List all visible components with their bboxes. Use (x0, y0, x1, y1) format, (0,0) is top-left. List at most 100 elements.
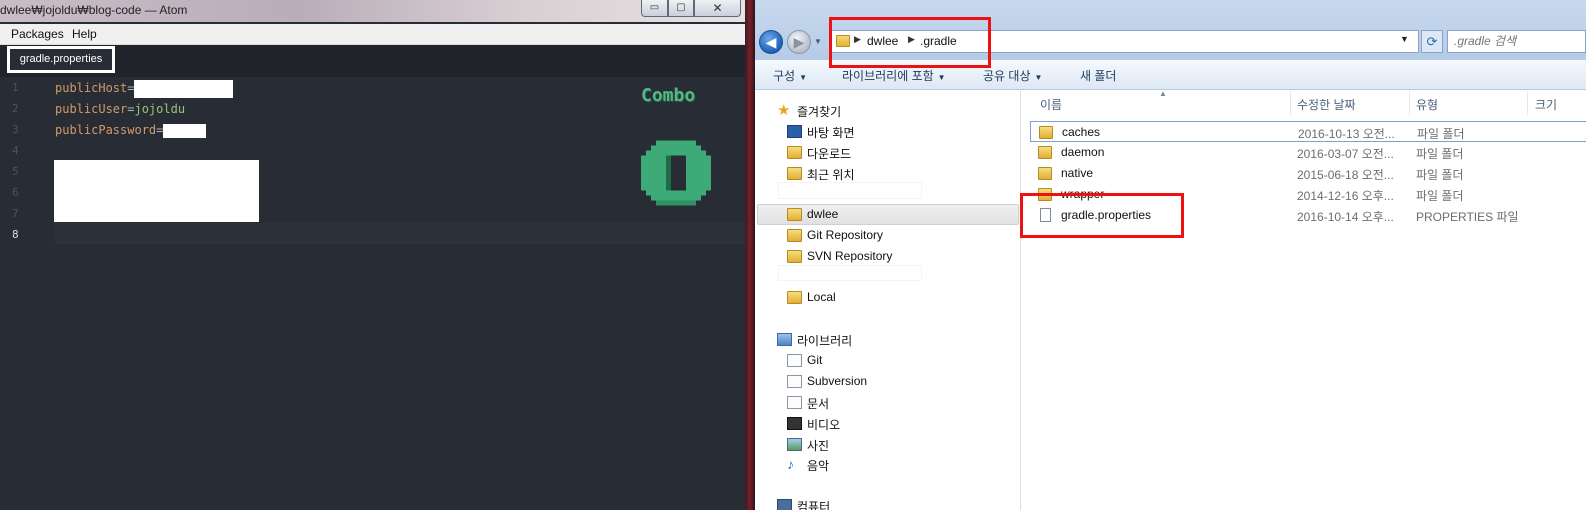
back-button[interactable]: ◀ (759, 30, 783, 54)
file-row-caches[interactable]: caches 2016-10-13 오전... 파일 폴더 (1030, 121, 1586, 142)
nav-libraries[interactable]: 라이브러리 (797, 332, 852, 349)
nav-computer[interactable]: 컴퓨터 (797, 498, 830, 510)
file-list: ▲ 이름 수정한 날짜 유형 크기 caches 2016-10-13 오전..… (1022, 89, 1586, 510)
nav-documents[interactable]: 문서 (807, 395, 829, 412)
explorer-window: ◀ ▶ ▼ ▶ dwlee ▶ .gradle ▼ ⟳ 구성▼ 라이브러리에 포… (755, 0, 1586, 510)
annotation-box-file (1020, 193, 1184, 238)
file-date: 2016-10-13 오전... (1298, 127, 1395, 141)
column-divider[interactable] (1409, 91, 1410, 115)
folder-icon (1038, 146, 1052, 159)
history-dropdown-icon[interactable]: ▼ (814, 37, 822, 46)
atom-window: dwlee₩jojoldu₩blog-code — Atom ▭ ▢ ✕ Pac… (0, 0, 745, 510)
new-folder-button[interactable]: 새 폴더 (1080, 67, 1116, 84)
file-type: 파일 폴더 (1416, 147, 1464, 161)
documents-icon (787, 396, 802, 409)
line-number: 7 (12, 207, 19, 220)
folder-icon (1038, 167, 1052, 180)
window-gap (745, 0, 755, 510)
property-key: publicUser (55, 102, 128, 116)
nav-local[interactable]: Local (807, 290, 836, 304)
redacted-nav-item (779, 266, 921, 280)
column-divider[interactable] (1527, 91, 1528, 115)
folder-icon (787, 208, 802, 221)
subversion-library-icon (787, 375, 802, 388)
code-line-2: publicUser=jojoldu (55, 99, 185, 120)
include-in-library-button[interactable]: 라이브러리에 포함 ▼ (842, 67, 946, 84)
file-date: 2016-10-14 오후... (1297, 210, 1394, 224)
file-type: 파일 폴더 (1416, 168, 1464, 182)
desktop-icon (787, 125, 802, 138)
column-header-date[interactable]: 수정한 날짜 (1297, 96, 1356, 113)
property-value: jojoldu (134, 102, 186, 116)
search-input[interactable] (1454, 34, 1574, 48)
chevron-down-icon: ▼ (937, 73, 946, 82)
navigation-pane: ★ 즐겨찾기 바탕 화면 다운로드 최근 위치 dwlee Git Reposi… (755, 91, 1021, 510)
nav-dwlee[interactable]: dwlee (807, 207, 838, 221)
minimize-button[interactable]: ▭ (641, 0, 668, 17)
include-in-library-label: 라이브러리에 포함 (842, 69, 934, 83)
redacted-value (134, 79, 234, 98)
maximize-button[interactable]: ▢ (668, 0, 694, 17)
nav-recent-places[interactable]: 최근 위치 (807, 166, 855, 183)
share-with-button[interactable]: 공유 대상 ▼ (983, 67, 1042, 84)
window-title: dwlee₩jojoldu₩blog-code — Atom (0, 3, 188, 17)
redacted-value (163, 123, 207, 138)
line-number: 2 (12, 102, 19, 115)
git-library-icon (787, 354, 802, 367)
file-row-native[interactable]: native 2015-06-18 오전... 파일 폴더 (1030, 163, 1586, 184)
nav-videos[interactable]: 비디오 (807, 416, 840, 433)
downloads-icon (787, 146, 802, 159)
property-key: publicPassword (55, 123, 157, 137)
code-editor[interactable]: 1 2 3 4 5 6 7 8 publicHost= publicUser=j… (0, 77, 745, 510)
nav-music[interactable]: 음악 (807, 457, 829, 474)
column-header-name[interactable]: 이름 (1040, 96, 1062, 113)
nav-downloads[interactable]: 다운로드 (807, 145, 851, 162)
menu-packages[interactable]: Packages (11, 27, 64, 41)
folder-icon (787, 250, 802, 263)
organize-label: 구성 (773, 69, 796, 83)
nav-subversion[interactable]: Subversion (807, 374, 867, 388)
forward-button[interactable]: ▶ (787, 30, 811, 54)
line-number: 6 (12, 186, 19, 199)
equals-sign: = (156, 123, 164, 137)
search-box[interactable] (1447, 30, 1586, 53)
file-type: 파일 폴더 (1416, 189, 1464, 203)
title-bar: dwlee₩jojoldu₩blog-code — Atom ▭ ▢ ✕ (0, 0, 745, 22)
file-date: 2015-06-18 오전... (1297, 168, 1394, 182)
nav-pictures[interactable]: 사진 (807, 437, 829, 454)
folder-icon (787, 229, 802, 242)
line-number: 1 (12, 81, 19, 94)
star-icon: ★ (777, 102, 791, 119)
menu-bar: Packages Help (0, 24, 745, 45)
videos-icon (787, 417, 802, 430)
tab-gradle-properties[interactable]: gradle.properties (7, 46, 115, 73)
nav-favorites[interactable]: 즐겨찾기 (797, 103, 841, 120)
file-name: caches (1062, 125, 1101, 139)
address-dropdown-icon[interactable]: ▼ (1400, 34, 1409, 44)
share-with-label: 공유 대상 (983, 69, 1031, 83)
pictures-icon (787, 438, 802, 451)
tab-bar: gradle.properties (0, 45, 745, 77)
nav-git-repository[interactable]: Git Repository (807, 228, 883, 242)
folder-icon (1039, 126, 1053, 139)
close-button[interactable]: ✕ (694, 0, 741, 17)
column-header-type[interactable]: 유형 (1416, 96, 1438, 113)
combo-label: Combo (641, 85, 696, 106)
file-type: PROPERTIES 파일 (1416, 210, 1519, 224)
redacted-block (54, 160, 259, 222)
refresh-button[interactable]: ⟳ (1421, 30, 1443, 53)
music-icon: ♪ (787, 456, 794, 472)
nav-desktop[interactable]: 바탕 화면 (807, 124, 855, 141)
menu-help[interactable]: Help (72, 27, 97, 41)
combo-counter-zero (641, 140, 711, 206)
file-date: 2016-03-07 오전... (1297, 147, 1394, 161)
column-header-size[interactable]: 크기 (1535, 96, 1557, 113)
file-name: daemon (1061, 145, 1105, 159)
nav-svn-repository[interactable]: SVN Repository (807, 249, 892, 263)
annotation-box-address (829, 17, 991, 68)
nav-git[interactable]: Git (807, 353, 822, 367)
column-divider[interactable] (1290, 91, 1291, 115)
file-row-daemon[interactable]: daemon 2016-03-07 오전... 파일 폴더 (1030, 142, 1586, 163)
organize-button[interactable]: 구성 ▼ (773, 67, 807, 84)
cursor-line-highlight (55, 223, 745, 244)
